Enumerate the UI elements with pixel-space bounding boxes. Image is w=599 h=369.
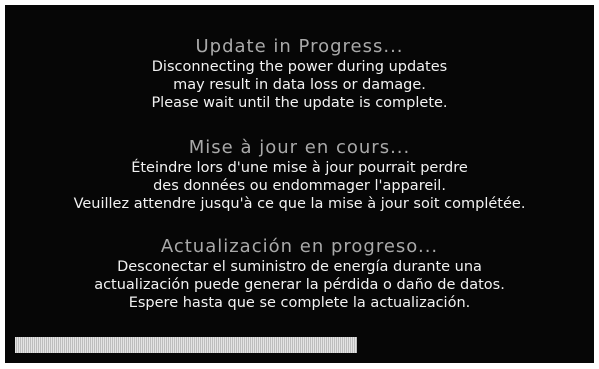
update-message-french: Mise à jour en cours... Éteindre lors d'… (5, 137, 594, 213)
update-message-english: Update in Progress... Disconnecting the … (5, 36, 594, 112)
update-message-line: Disconnecting the power during updates (151, 59, 448, 75)
update-message-line: may result in data loss or damage. (173, 77, 426, 93)
update-message-line: Veuillez attendre jusqu'à ce que la mise… (73, 196, 526, 212)
update-heading-french: Mise à jour en cours... (188, 137, 411, 158)
update-screen: Update in Progress... Disconnecting the … (5, 5, 594, 363)
update-message-line: Éteindre lors d'une mise à jour pourrait… (131, 160, 468, 176)
update-message-line: des données ou endommager l'appareil. (153, 178, 446, 194)
update-progress-bar (15, 337, 357, 353)
update-message-line: Please wait until the update is complete… (151, 95, 448, 111)
update-message-line: Desconectar el suministro de energía dur… (117, 259, 482, 275)
update-progress-fill (15, 337, 357, 353)
update-message-line: Espere hasta que se complete la actualiz… (128, 295, 471, 311)
update-heading-spanish: Actualización en progreso... (160, 236, 439, 257)
update-message-spanish: Actualización en progreso... Desconectar… (5, 236, 594, 312)
update-message-line: actualización puede generar la pérdida o… (94, 277, 505, 293)
update-heading-english: Update in Progress... (195, 36, 404, 57)
